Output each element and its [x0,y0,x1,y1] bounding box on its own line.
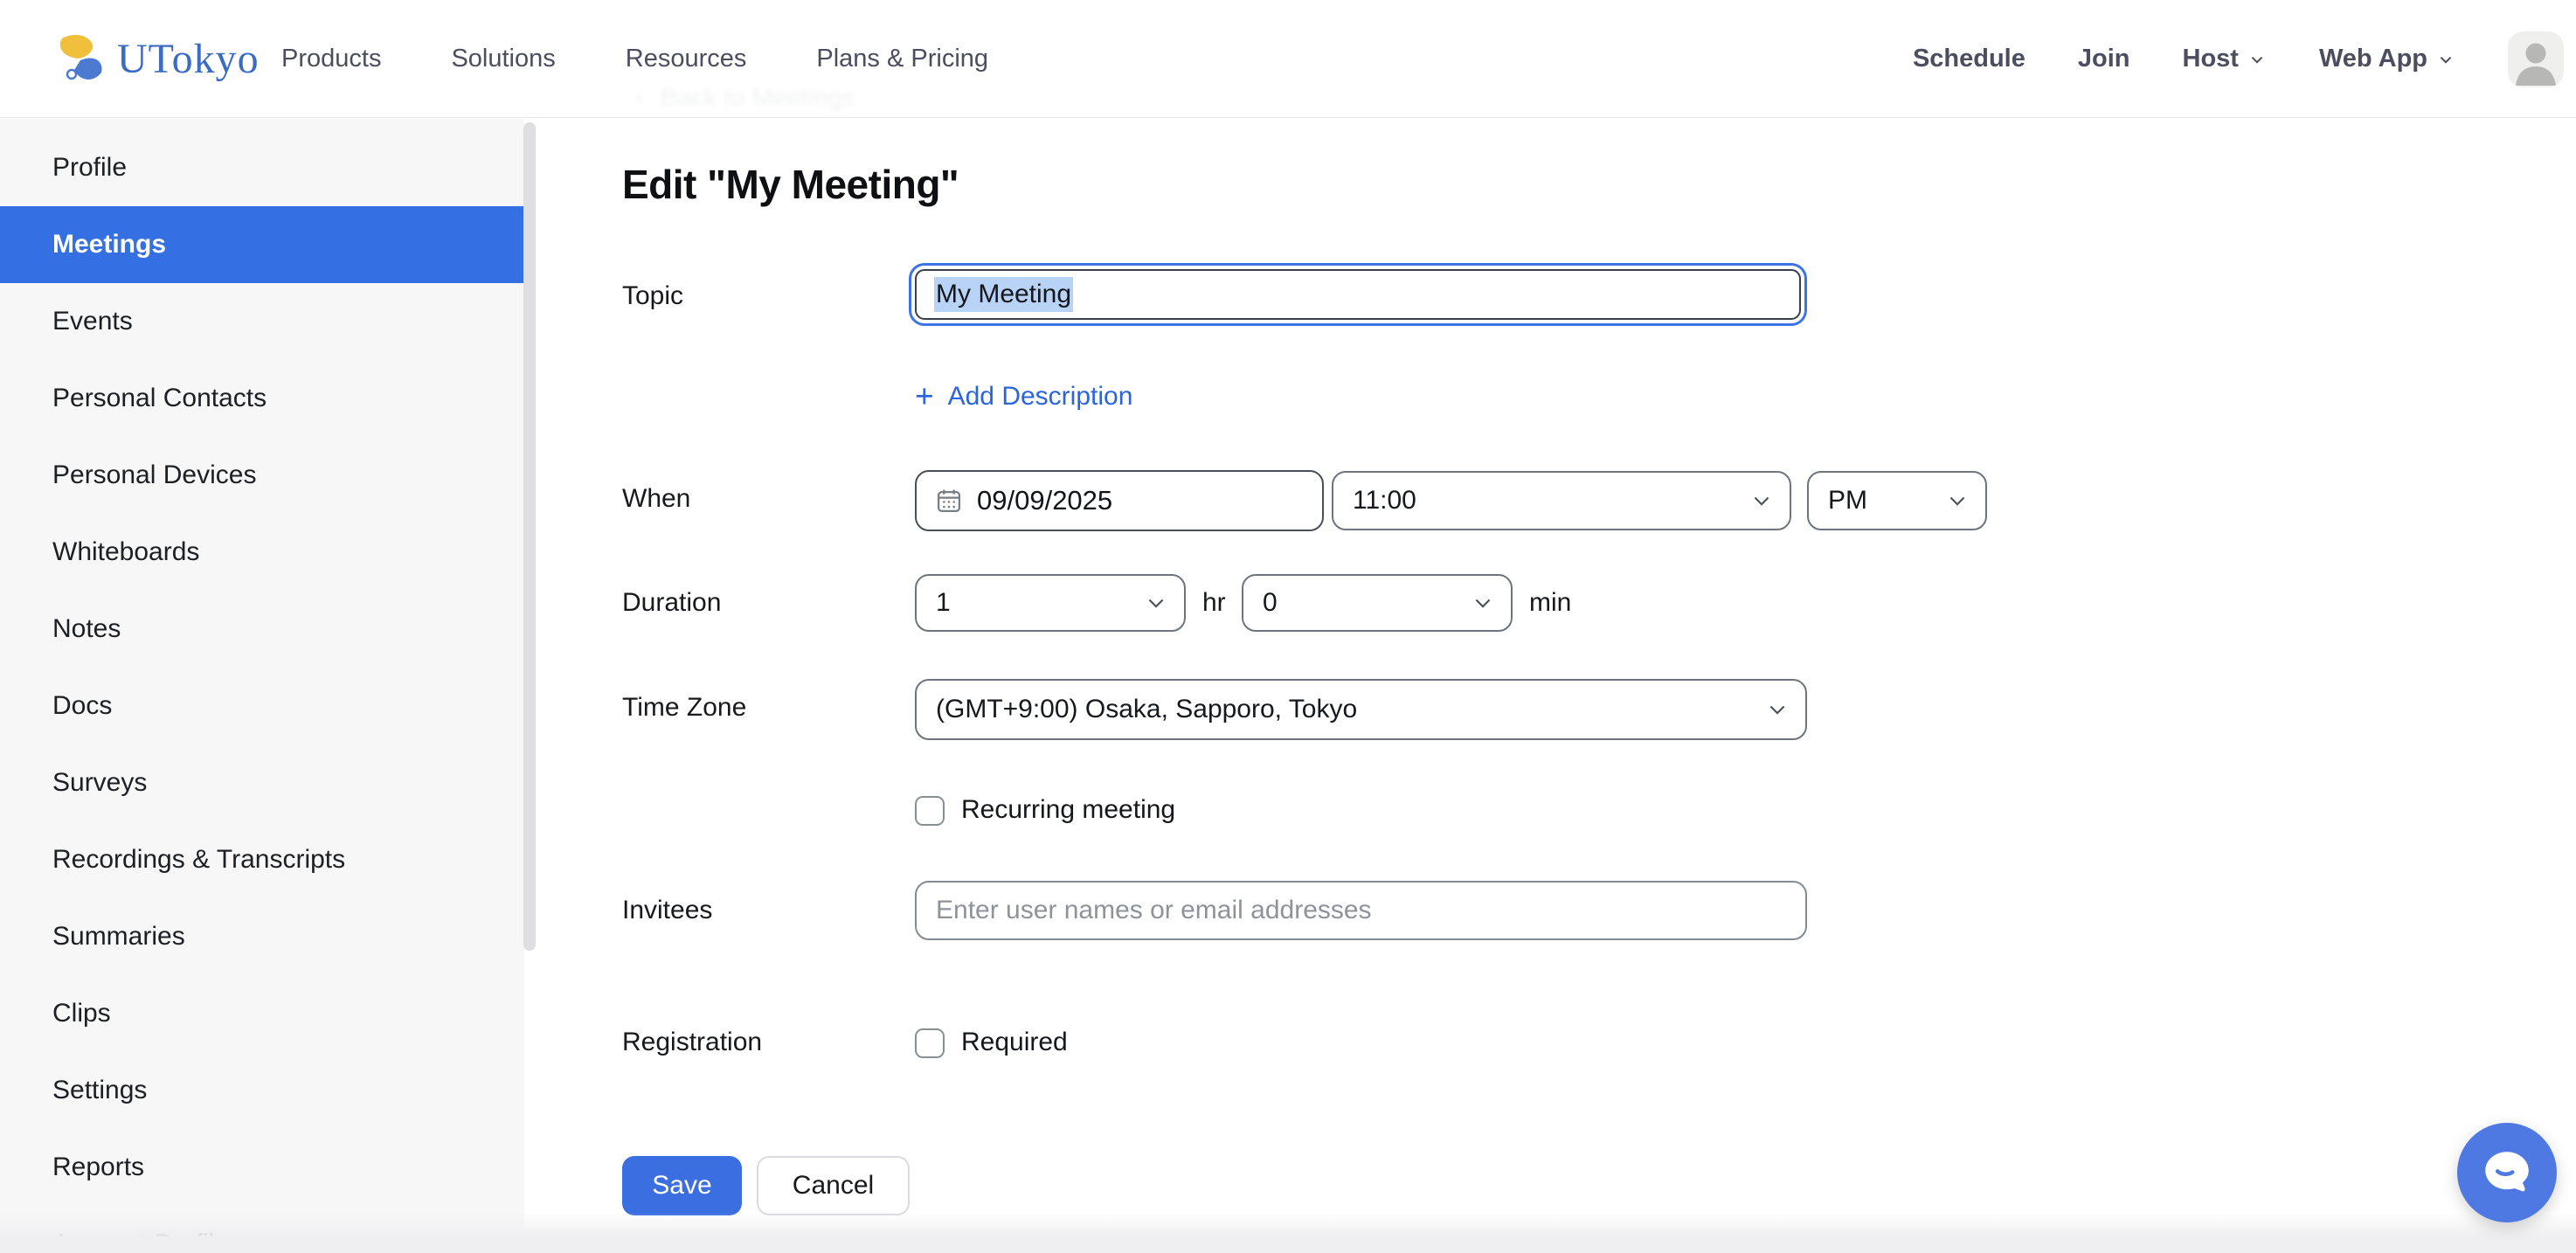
save-button[interactable]: Save [622,1156,742,1215]
sidebar-item-surveys[interactable]: Surveys [0,744,524,821]
meridiem-value: PM [1828,486,1867,516]
sidebar-item-notes[interactable]: Notes [0,591,524,668]
topic-input-selected-text: My Meeting [934,277,1073,312]
registration-label: Registration [622,1028,762,1057]
user-nav: Schedule Join Host Web App [1913,0,2564,118]
date-picker[interactable]: 09/09/2025 [915,470,1324,531]
sidebar-item-recordings-transcripts[interactable]: Recordings & Transcripts [0,821,524,898]
minutes-unit-label: min [1529,588,1571,618]
sidebar-item-profile[interactable]: Profile [0,129,524,206]
invitees-label: Invitees [622,896,712,925]
timezone-label: Time Zone [622,693,746,723]
time-select[interactable]: 11:00 [1332,471,1791,530]
nav-resources[interactable]: Resources [626,45,747,73]
time-value: 11:00 [1353,486,1416,516]
chevron-down-icon [2436,50,2455,69]
meridiem-select[interactable]: PM [1807,471,1987,530]
nav-join[interactable]: Join [2078,45,2130,73]
duration-minutes-select[interactable]: 0 [1242,574,1513,632]
primary-nav: Products Solutions Resources Plans & Pri… [281,0,988,118]
page-title: Edit "My Meeting" [622,161,959,208]
duration-minutes-value: 0 [1263,588,1278,618]
sidebar-item-events[interactable]: Events [0,283,524,360]
sidebar-item-personal-contacts[interactable]: Personal Contacts [0,360,524,437]
chevron-down-icon [1945,488,1970,513]
registration-required-label[interactable]: Required [961,1028,1068,1057]
hours-unit-label: hr [1202,588,1226,618]
sidebar-item-meetings[interactable]: Meetings [0,206,524,283]
chevron-down-icon [1144,591,1168,615]
timezone-select[interactable]: (GMT+9:00) Osaka, Sapporo, Tokyo [915,679,1807,740]
topic-input[interactable]: My Meeting [915,269,1801,320]
recurring-meeting-checkbox[interactable] [915,796,945,826]
sidebar-item-reports[interactable]: Reports [0,1129,524,1206]
zoom-web-portal: Back to Meetings UTokyo Products Solutio… [0,0,2576,1253]
utokyo-logo[interactable]: UTokyo [49,0,260,118]
settings-sidebar: Profile Meetings Events Personal Contact… [0,119,524,1253]
recurring-meeting-label[interactable]: Recurring meeting [961,795,1175,825]
nav-solutions[interactable]: Solutions [451,45,555,73]
chevron-down-icon [1749,488,1774,513]
sidebar-item-docs[interactable]: Docs [0,668,524,744]
chevron-down-icon [1471,591,1495,615]
sidebar-item-summaries[interactable]: Summaries [0,898,524,975]
nav-webapp-menu[interactable]: Web App [2319,45,2455,73]
nav-schedule[interactable]: Schedule [1913,45,2025,73]
add-description-label: Add Description [948,382,1133,412]
timezone-value: (GMT+9:00) Osaka, Sapporo, Tokyo [936,695,1357,724]
date-value: 09/09/2025 [977,485,1112,516]
nav-host-menu[interactable]: Host [2183,45,2267,73]
nav-host-label: Host [2183,45,2239,73]
top-navbar: UTokyo Products Solutions Resources Plan… [0,0,2576,118]
topic-input-focus-ring: My Meeting [909,263,1807,326]
sidebar-item-account-profile[interactable]: Account Profile [0,1206,524,1253]
sidebar-item-clips[interactable]: Clips [0,975,524,1052]
invitees-input[interactable] [915,881,1807,940]
duration-label: Duration [622,588,721,618]
profile-avatar[interactable] [2508,31,2564,87]
support-chat-button[interactable] [2457,1123,2557,1222]
topic-label: Topic [622,281,683,311]
plus-icon: + [915,381,934,412]
duration-hours-value: 1 [936,588,951,618]
calendar-icon [934,486,964,516]
add-description-button[interactable]: + Add Description [915,381,1132,412]
duration-hours-select[interactable]: 1 [915,574,1186,632]
sidebar-scrollbar[interactable] [523,122,536,951]
when-label: When [622,484,690,514]
person-icon [2508,31,2564,87]
chevron-down-icon [2247,50,2267,69]
logo-wordmark: UTokyo [117,35,260,83]
sidebar-item-settings[interactable]: Settings [0,1052,524,1129]
chevron-down-icon [1765,697,1790,722]
registration-required-checkbox[interactable] [915,1028,945,1058]
ginkgo-leaf-icon [49,31,108,87]
cancel-button[interactable]: Cancel [757,1156,910,1215]
chat-smile-icon [2478,1144,2536,1201]
nav-webapp-label: Web App [2319,45,2427,73]
nav-plans-pricing[interactable]: Plans & Pricing [816,45,988,73]
nav-products[interactable]: Products [281,45,381,73]
sidebar-item-personal-devices[interactable]: Personal Devices [0,437,524,514]
sidebar-item-whiteboards[interactable]: Whiteboards [0,514,524,591]
